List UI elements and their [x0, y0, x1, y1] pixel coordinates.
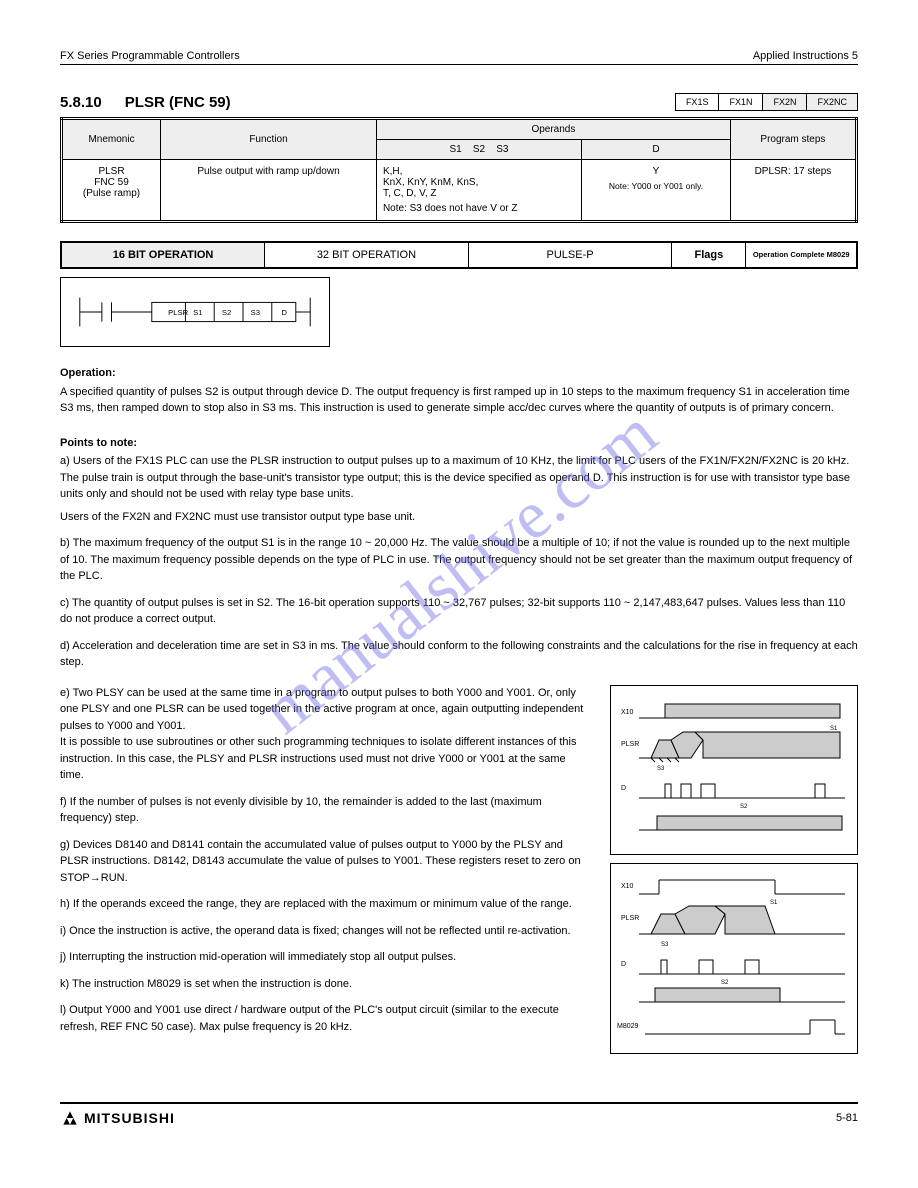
para-j: j) Interrupting the instruction mid-oper…: [60, 949, 592, 966]
para-f: f) If the number of pulses is not evenly…: [60, 794, 592, 827]
th-mnemonic: Mnemonic: [62, 119, 161, 160]
th-d: D: [582, 140, 731, 160]
svg-text:S3: S3: [251, 308, 260, 317]
svg-text:D: D: [281, 308, 287, 317]
operation-mode-table: 16 BIT OPERATION 32 BIT OPERATION PULSE-…: [60, 241, 858, 269]
svg-text:X10: X10: [621, 709, 634, 716]
td-function: Pulse output with ramp up/down: [161, 160, 377, 222]
header-rule: [60, 64, 858, 65]
chip-fx1n: FX1N: [719, 94, 763, 110]
chip-fx1s: FX1S: [676, 94, 720, 110]
ladder-plsr-label: PLSR: [168, 308, 189, 317]
para-i: i) Once the instruction is active, the o…: [60, 923, 592, 940]
svg-text:S3: S3: [661, 942, 669, 948]
svg-text:S1: S1: [830, 726, 838, 732]
para-g: g) Devices D8140 and D8141 contain the a…: [60, 837, 592, 887]
td-operands-left: K,H, KnX, KnY, KnM, KnS, T, C, D, V, Z N…: [376, 160, 581, 222]
para-d: d) Acceleration and deceleration time ar…: [60, 638, 858, 671]
section-title: PLSR (FNC 59): [125, 94, 231, 111]
svg-text:X10: X10: [621, 883, 634, 890]
svg-text:D: D: [621, 785, 626, 792]
heading-points: Points to note:: [60, 435, 858, 452]
svg-text:PLSR: PLSR: [621, 741, 639, 748]
section-number: 5.8.10: [60, 94, 102, 111]
th-s123: S1 S2 S3: [376, 140, 581, 160]
op-16bit: 16 BIT OPERATION: [61, 242, 265, 268]
timing-diagram-1: X10 PLSR S3 S1 D: [610, 685, 858, 856]
header-right: Applied Instructions 5: [753, 50, 858, 62]
td-steps: DPLSR: 17 steps: [730, 160, 856, 222]
brand-logo: MITSUBISHI: [60, 1110, 175, 1126]
para-a2: Users of the FX2N and FX2NC must use tra…: [60, 509, 858, 526]
mitsubishi-icon: [60, 1110, 80, 1126]
para-h: h) If the operands exceed the range, the…: [60, 896, 592, 913]
header-left: FX Series Programmable Controllers: [60, 50, 240, 62]
plc-chip-row: FX1S FX1N FX2N FX2NC: [675, 93, 858, 111]
para-k: k) The instruction M8029 is set when the…: [60, 976, 592, 993]
para-b: b) The maximum frequency of the output S…: [60, 535, 858, 585]
para-operation: A specified quantity of pulses S2 is out…: [60, 384, 858, 417]
chip-fx2n: FX2N: [763, 94, 807, 110]
brand-text: MITSUBISHI: [84, 1110, 175, 1126]
heading-operation: Operation:: [60, 365, 858, 382]
svg-text:S2: S2: [740, 804, 748, 810]
svg-text:PLSR: PLSR: [621, 915, 639, 922]
svg-text:D: D: [621, 961, 626, 968]
svg-text:M8029: M8029: [617, 1023, 639, 1030]
ladder-diagram: PLSR S1 S2 S3 D: [60, 277, 330, 347]
op-32bit: 32 BIT OPERATION: [265, 242, 469, 268]
instruction-table: Mnemonic Function Operands Program steps…: [60, 117, 858, 223]
svg-text:S1: S1: [193, 308, 202, 317]
svg-text:S2: S2: [721, 980, 729, 986]
td-mnemonic: PLSR FNC 59 (Pulse ramp): [62, 160, 161, 222]
page-number: 5-81: [836, 1112, 858, 1124]
para-e: e) Two PLSY can be used at the same time…: [60, 685, 592, 784]
para-c: c) The quantity of output pulses is set …: [60, 595, 858, 628]
th-function: Function: [161, 119, 377, 160]
chip-fx2nc: FX2NC: [807, 94, 857, 110]
op-pulse: PULSE-P: [468, 242, 672, 268]
svg-text:S1: S1: [770, 900, 778, 906]
op-flags-detail: Operation Complete M8029: [746, 242, 857, 268]
para-l: l) Output Y000 and Y001 use direct / har…: [60, 1002, 592, 1035]
op-flags: Flags: [672, 242, 746, 268]
svg-text:S2: S2: [222, 308, 231, 317]
para-a: a) Users of the FX1S PLC can use the PLS…: [60, 453, 858, 503]
th-operands: Operands: [376, 119, 730, 140]
svg-text:S3: S3: [657, 766, 665, 772]
timing-diagram-2: X10 PLSR S3 S1 D: [610, 863, 858, 1054]
td-operands-right: Y Note: Y000 or Y001 only.: [582, 160, 731, 222]
th-steps: Program steps: [730, 119, 856, 160]
